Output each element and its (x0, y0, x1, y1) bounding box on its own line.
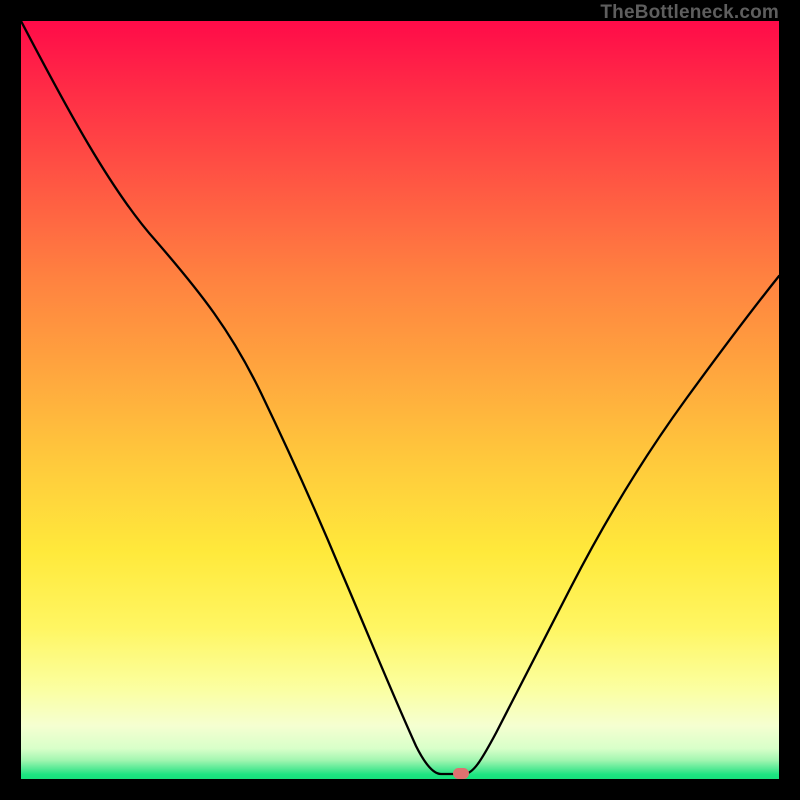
bottleneck-curve-path (21, 21, 779, 774)
watermark-text: TheBottleneck.com (600, 2, 779, 24)
bottleneck-curve (21, 21, 779, 779)
plot-area (21, 21, 779, 779)
optimal-point-marker (453, 768, 469, 779)
chart-canvas: TheBottleneck.com (0, 0, 800, 800)
